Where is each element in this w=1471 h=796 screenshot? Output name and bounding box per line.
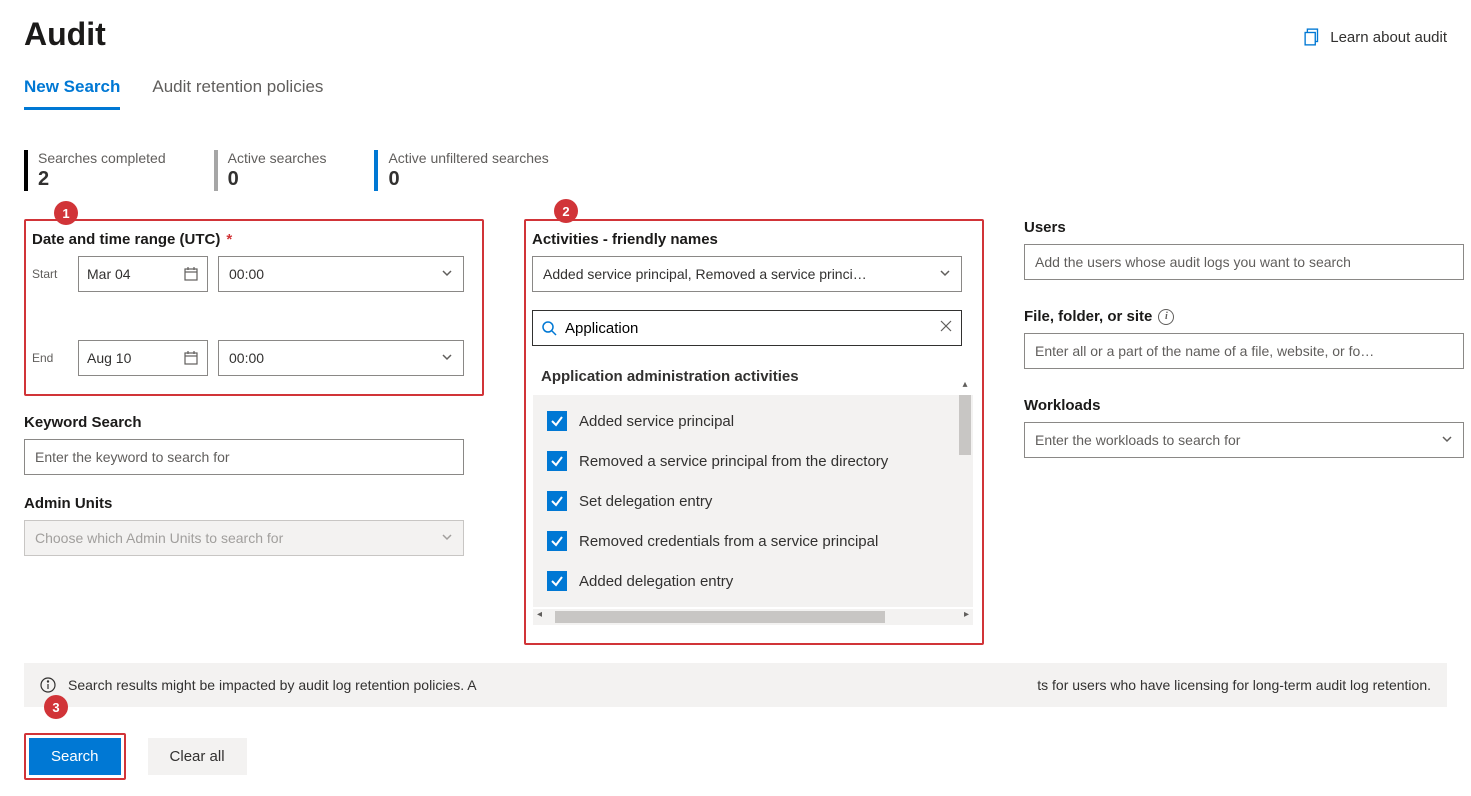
activities-group-header: Application administration activities [533,358,973,395]
scroll-right-icon[interactable]: ▸ [964,609,969,620]
search-icon [541,320,557,336]
page-title: Audit [24,16,106,53]
end-date-value: Aug 10 [87,350,131,366]
end-time-picker[interactable]: 00:00 [218,340,464,376]
start-date-value: Mar 04 [87,266,131,282]
docs-icon [1304,28,1322,46]
scrollbar-thumb[interactable] [555,611,885,623]
horizontal-scrollbar[interactable]: ◂ ▸ [533,609,973,625]
checkbox-checked-icon[interactable] [547,571,567,591]
calendar-icon [183,266,199,282]
admin-units-select[interactable]: Choose which Admin Units to search for [24,520,464,556]
search-button-highlight: 3 Search [24,733,126,780]
checkbox-checked-icon[interactable] [547,491,567,511]
end-time-value: 00:00 [229,350,264,366]
stats-row: Searches completed 2 Active searches 0 A… [24,150,1447,191]
chevron-down-icon [441,350,453,366]
clear-search-icon[interactable] [939,319,953,338]
info-bar: Search results might be impacted by audi… [24,663,1447,707]
activity-item-label: Removed credentials from a service princ… [579,533,878,550]
stat-value: 0 [228,168,327,191]
annotation-badge-2: 2 [554,199,578,223]
end-label: End [32,351,68,365]
info-icon [40,677,56,693]
chevron-down-icon [441,530,453,546]
stat-active-unfiltered: Active unfiltered searches 0 [374,150,548,191]
stat-label: Searches completed [38,150,166,166]
learn-link-label: Learn about audit [1330,29,1447,46]
info-text-left: Search results might be impacted by audi… [68,677,477,693]
checkbox-checked-icon[interactable] [547,531,567,551]
users-input[interactable] [1024,244,1464,280]
stat-value: 2 [38,168,166,191]
tabs: New Search Audit retention policies [24,77,1447,110]
stat-active-searches: Active searches 0 [214,150,327,191]
keyword-search-input[interactable] [24,439,464,475]
activities-items-container: Added service principal Removed a servic… [533,395,957,607]
activity-item[interactable]: Removed a service principal from the dir… [533,441,957,481]
chevron-down-icon [441,266,453,282]
annotation-badge-1: 1 [54,201,78,225]
activity-item[interactable]: Removed credentials from a service princ… [533,521,957,561]
start-label: Start [32,267,68,281]
file-site-label-text: File, folder, or site [1024,308,1152,325]
admin-units-label: Admin Units [24,495,484,512]
activity-item[interactable]: Added delegation entry [533,561,957,601]
stat-value: 0 [388,168,548,191]
activity-item-label: Set delegation entry [579,493,712,510]
end-date-picker[interactable]: Aug 10 [78,340,208,376]
start-time-picker[interactable]: 00:00 [218,256,464,292]
chevron-down-icon [939,266,951,282]
activities-search-box[interactable] [532,310,962,346]
admin-units-placeholder: Choose which Admin Units to search for [35,530,441,546]
chevron-down-icon [1441,432,1453,448]
info-icon[interactable]: i [1158,309,1174,325]
checkbox-checked-icon[interactable] [547,451,567,471]
start-date-picker[interactable]: Mar 04 [78,256,208,292]
activities-dropdown-list: Application administration activities Ad… [532,358,974,625]
calendar-icon [183,350,199,366]
info-text-right: ts for users who have licensing for long… [1037,677,1431,693]
checkbox-checked-icon[interactable] [547,411,567,431]
date-range-section: 1 Date and time range (UTC) * Start Mar … [24,219,484,396]
workloads-label: Workloads [1024,397,1464,414]
file-site-label: File, folder, or site i [1024,308,1464,325]
tab-retention-policies[interactable]: Audit retention policies [152,77,323,110]
activity-item[interactable]: Added service principal [533,401,957,441]
activity-item[interactable]: Set delegation entry [533,481,957,521]
stat-label: Active searches [228,150,327,166]
activities-selected-text: Added service principal, Removed a servi… [543,266,939,282]
clear-all-button[interactable]: Clear all [148,738,247,775]
activities-search-input[interactable] [565,320,931,337]
search-button[interactable]: Search [29,738,121,775]
scroll-left-icon[interactable]: ◂ [537,609,542,620]
stat-label: Active unfiltered searches [388,150,548,166]
activities-label: Activities - friendly names [532,231,974,248]
date-range-label-text: Date and time range (UTC) [32,231,220,248]
activity-item-label: Removed a service principal from the dir… [579,453,888,470]
learn-about-audit-link[interactable]: Learn about audit [1304,28,1447,46]
stat-searches-completed: Searches completed 2 [24,150,166,191]
activities-select[interactable]: Added service principal, Removed a servi… [532,256,962,292]
required-marker: * [226,231,232,248]
date-range-label: Date and time range (UTC) * [32,231,474,248]
keyword-search-label: Keyword Search [24,414,484,431]
file-site-input[interactable] [1024,333,1464,369]
workloads-select[interactable]: Enter the workloads to search for [1024,422,1464,458]
users-label: Users [1024,219,1464,236]
start-time-value: 00:00 [229,266,264,282]
activity-item-label: Added service principal [579,413,734,430]
vertical-scrollbar[interactable] [957,395,973,607]
annotation-badge-3: 3 [44,695,68,719]
activities-section: 2 Activities - friendly names Added serv… [524,219,984,645]
tab-new-search[interactable]: New Search [24,77,120,110]
activity-item-label: Added delegation entry [579,573,733,590]
workloads-placeholder: Enter the workloads to search for [1035,432,1441,448]
scroll-up-icon[interactable]: ▴ [957,379,973,395]
